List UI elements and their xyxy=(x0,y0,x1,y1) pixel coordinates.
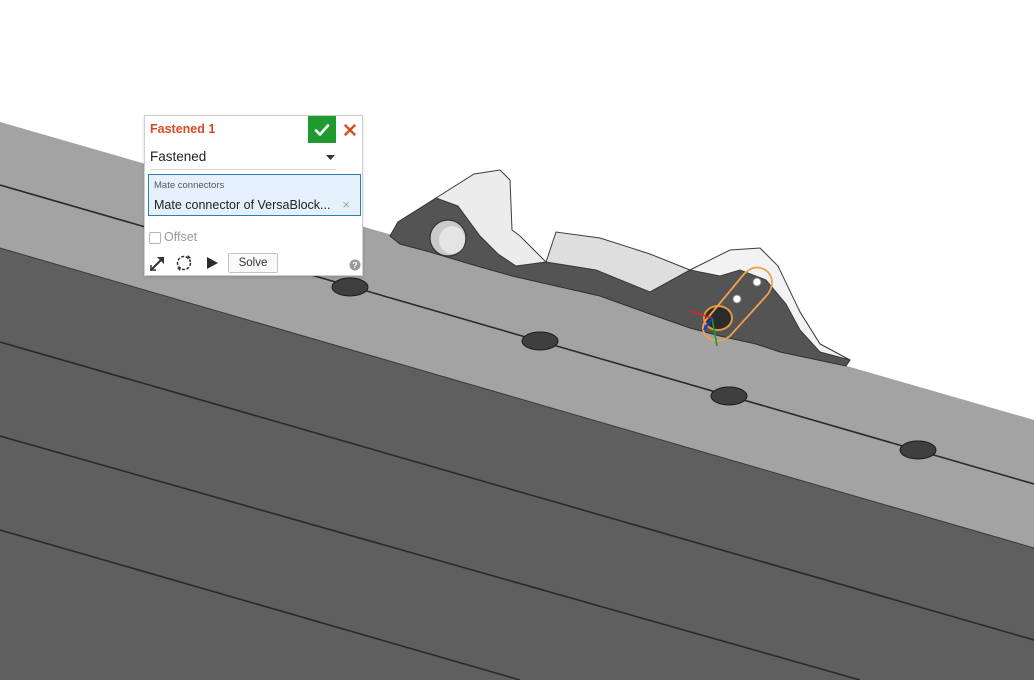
rail-hole xyxy=(899,440,937,460)
chevron-down-icon xyxy=(326,155,335,160)
mate-dialog-header: Fastened 1 xyxy=(145,116,362,143)
mate-dialog: Fastened 1 Fastened Mate connectors Mate… xyxy=(144,115,363,276)
offset-checkbox[interactable] xyxy=(149,232,161,244)
mate-connector-point[interactable] xyxy=(732,294,742,304)
mate-tools-row: Solve ? xyxy=(148,253,361,275)
rail-hole xyxy=(521,331,559,351)
reorient-secondary-axis-icon[interactable] xyxy=(174,253,194,273)
rail-hole xyxy=(331,277,369,297)
mate-connectors-field[interactable]: Mate connectors Mate connector of VersaB… xyxy=(148,174,361,216)
part-pivot-hole-inner xyxy=(439,226,465,254)
offset-label: Offset xyxy=(164,230,198,244)
mate-type-value: Fastened xyxy=(150,149,207,164)
cancel-button[interactable] xyxy=(338,116,362,143)
checkmark-icon xyxy=(314,123,330,136)
mate-title: Fastened 1 xyxy=(150,122,216,136)
remove-icon[interactable]: × xyxy=(342,197,350,212)
mate-connector-value: Mate connector of VersaBlock... xyxy=(154,198,331,212)
mate-connectors-label: Mate connectors xyxy=(154,180,225,191)
help-icon[interactable]: ? xyxy=(349,259,361,271)
svg-text:?: ? xyxy=(352,260,357,270)
accept-button[interactable] xyxy=(308,116,336,143)
rail-hole xyxy=(710,386,748,406)
solve-button[interactable]: Solve xyxy=(228,253,278,273)
animate-play-icon[interactable] xyxy=(202,253,222,273)
3d-viewport[interactable] xyxy=(0,0,1034,680)
mate-type-dropdown[interactable]: Fastened xyxy=(150,147,335,170)
close-icon xyxy=(344,123,356,136)
flip-primary-axis-icon[interactable] xyxy=(148,253,168,273)
mate-connector-point[interactable] xyxy=(752,277,762,287)
